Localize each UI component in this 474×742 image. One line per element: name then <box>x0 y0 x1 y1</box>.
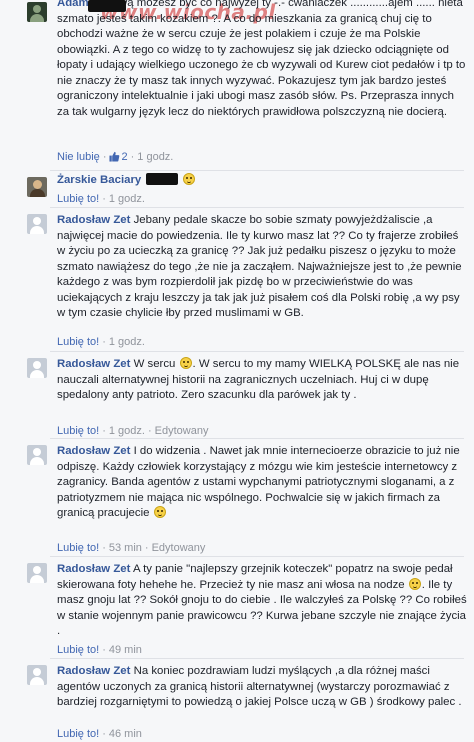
comment-meta: Nie lubię · 2 · 1 godz. <box>57 151 174 163</box>
like-link[interactable]: Lubię to! <box>57 193 99 205</box>
like-link[interactable]: Lubię to! <box>57 728 99 740</box>
redaction-bar <box>88 0 126 12</box>
avatar[interactable] <box>27 563 47 583</box>
separator <box>50 438 464 439</box>
comment-text: Jebany pedale skacze bo sobie szmaty pow… <box>57 214 462 319</box>
comment-meta: Lubię to! · 1 godz. <box>57 336 145 348</box>
separator <box>50 658 464 659</box>
comment-text-start: W sercu <box>133 358 176 370</box>
comment-meta: Lubię to! · 1 godz. · Edytowany <box>57 425 209 437</box>
comment-meta: Lubię to! · 49 min <box>57 644 142 656</box>
comment-time[interactable]: 53 min <box>109 542 142 554</box>
avatar[interactable] <box>27 358 47 378</box>
smile-emoji-icon <box>408 577 421 590</box>
comment-meta: Lubię to! · 53 min · Edytowany <box>57 542 206 554</box>
separator <box>50 170 464 171</box>
comment-text: A Kurwą możesz być co najwyżej ty -.- cw… <box>57 0 466 118</box>
separator <box>50 351 464 352</box>
comment-author[interactable]: Radosław Zet <box>57 445 130 457</box>
like-link[interactable]: Lubię to! <box>57 336 99 348</box>
separator <box>50 556 464 557</box>
smile-emoji-icon <box>153 506 166 518</box>
smile-emoji-icon <box>182 173 195 185</box>
comment-author[interactable]: Radosław Zet <box>57 214 130 226</box>
thumbs-up-icon <box>109 151 120 162</box>
like-count[interactable]: 2 <box>121 151 127 163</box>
comment-time[interactable]: 1 godz. <box>109 336 145 348</box>
avatar[interactable] <box>27 214 47 234</box>
comment-time[interactable]: 1 godz. <box>137 151 173 163</box>
avatar[interactable] <box>27 445 47 465</box>
separator <box>50 207 464 208</box>
comment-author[interactable]: Radosław Zet <box>57 665 130 677</box>
like-link[interactable]: Lubię to! <box>57 644 99 656</box>
comment-author[interactable]: Radosław Zet <box>57 358 130 370</box>
edited-label[interactable]: Edytowany <box>152 542 206 554</box>
comment-time[interactable]: 46 min <box>109 728 142 740</box>
edited-label[interactable]: Edytowany <box>155 425 209 437</box>
comment-author[interactable]: Adam <box>57 0 89 9</box>
like-link[interactable]: Lubię to! <box>57 425 99 437</box>
comment-meta: Lubię to! · 46 min <box>57 728 142 740</box>
avatar[interactable] <box>27 2 47 22</box>
comment-meta: Lubię to! · 1 godz. <box>57 193 145 205</box>
comment-author[interactable]: Radosław Zet <box>57 563 130 575</box>
comment-time[interactable]: 1 godz. <box>109 193 145 205</box>
redaction-bar <box>146 173 179 185</box>
avatar[interactable] <box>27 665 47 685</box>
comment-time[interactable]: 1 godz. <box>109 425 145 437</box>
avatar[interactable] <box>27 177 47 197</box>
comment-time[interactable]: 49 min <box>109 644 142 656</box>
like-link[interactable]: Lubię to! <box>57 542 99 554</box>
unlike-link[interactable]: Nie lubię <box>57 151 100 163</box>
smile-emoji-icon <box>179 357 192 369</box>
comment-author[interactable]: Żarskie Baciary <box>57 174 141 186</box>
